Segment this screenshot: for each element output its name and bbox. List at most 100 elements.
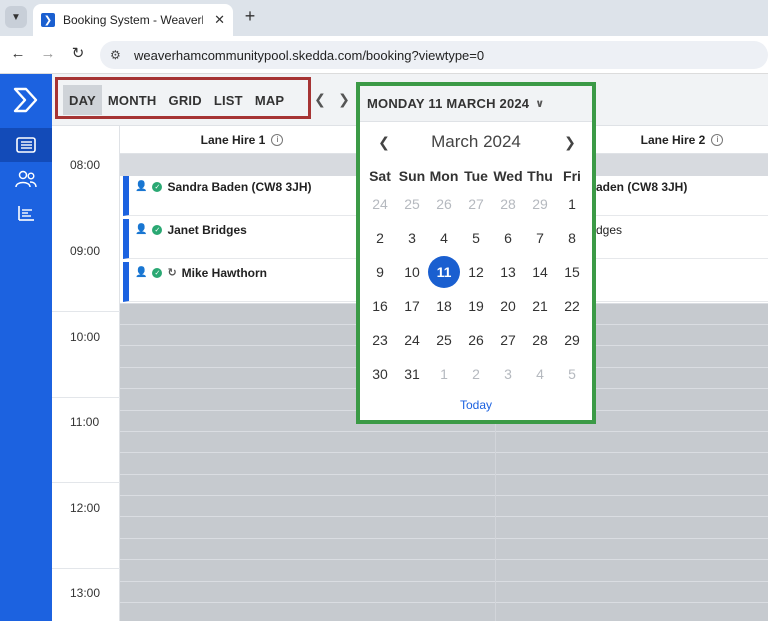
nav-bookings-list-icon[interactable]	[0, 128, 52, 162]
calendar-day-selected[interactable]: 11	[428, 256, 460, 288]
booking-item[interactable]: 👤 ✓ Sandra Baden (CW8 3JH)	[123, 176, 358, 216]
person-icon: 👤	[135, 267, 148, 278]
calendar-day[interactable]: 28	[492, 188, 524, 220]
calendar-day[interactable]: 17	[396, 290, 428, 322]
booking-item[interactable]: 👤 ✓ Janet Bridges	[123, 219, 358, 259]
calendar-day[interactable]: 4	[428, 222, 460, 254]
previous-day-chevron-icon[interactable]: ❮	[313, 91, 327, 108]
calendar-day[interactable]: 1	[428, 358, 460, 390]
column-title: Lane Hire 2	[640, 132, 706, 147]
calendar-next-month-icon[interactable]: ❯	[562, 134, 578, 151]
calendar-day[interactable]: 27	[460, 188, 492, 220]
booking-name: dges	[596, 223, 623, 237]
calendar-day[interactable]: 4	[524, 358, 556, 390]
calendar-weekday-label: Mon	[429, 168, 459, 184]
booking-item[interactable]: aden (CW8 3JH)	[596, 176, 768, 216]
view-day-button[interactable]: DAY	[63, 85, 102, 115]
skedda-favicon-icon: ❯	[41, 13, 55, 27]
calendar-day[interactable]: 6	[492, 222, 524, 254]
view-switcher: DAY MONTH GRID LIST MAP	[55, 77, 311, 119]
address-bar[interactable]: ⚙ weaverhamcommunitypool.skedda.com/book…	[100, 41, 768, 69]
calendar-month-label: March 2024	[431, 132, 521, 151]
grid-line	[120, 474, 768, 475]
calendar-day[interactable]: 19	[460, 290, 492, 322]
calendar-day[interactable]: 26	[460, 324, 492, 356]
browser-tab[interactable]: ❯ Booking System - Weaverham C ✕	[33, 4, 233, 36]
calendar-day[interactable]: 5	[460, 222, 492, 254]
calendar-day[interactable]: 18	[428, 290, 460, 322]
tab-title: Booking System - Weaverham C	[63, 13, 203, 27]
next-day-chevron-icon[interactable]: ❯	[337, 91, 351, 108]
calendar-day[interactable]: 16	[364, 290, 396, 322]
nav-users-icon[interactable]	[0, 162, 52, 196]
calendar-day[interactable]: 31	[396, 358, 428, 390]
view-month-button[interactable]: MONTH	[102, 85, 163, 115]
calendar-day[interactable]: 7	[524, 222, 556, 254]
booking-item[interactable]	[596, 262, 768, 302]
chevron-down-icon: ∨	[535, 98, 545, 110]
calendar-day[interactable]: 12	[460, 256, 492, 288]
calendar-day[interactable]: 13	[492, 256, 524, 288]
confirmed-check-icon: ✓	[152, 268, 163, 278]
calendar-day[interactable]: 23	[364, 324, 396, 356]
calendar-day[interactable]: 1	[556, 188, 588, 220]
calendar-day[interactable]: 15	[556, 256, 588, 288]
view-grid-button[interactable]: GRID	[163, 85, 208, 115]
calendar-day[interactable]: 21	[524, 290, 556, 322]
calendar-day[interactable]: 25	[428, 324, 460, 356]
calendar-day[interactable]: 5	[556, 358, 588, 390]
column-header-lane-hire-2: Lane Hire 2 i	[596, 126, 768, 154]
calendar-day[interactable]: 29	[556, 324, 588, 356]
grid-line	[120, 495, 768, 496]
view-list-button[interactable]: LIST	[208, 85, 249, 115]
calendar-day[interactable]: 27	[492, 324, 524, 356]
nav-reports-chart-icon[interactable]	[0, 196, 52, 230]
calendar-day[interactable]: 24	[396, 324, 428, 356]
recurring-icon: ↻	[167, 267, 177, 279]
calendar-day[interactable]: 26	[428, 188, 460, 220]
grid-line	[120, 452, 768, 453]
calendar-day[interactable]: 20	[492, 290, 524, 322]
close-tab-icon[interactable]: ✕	[214, 12, 225, 28]
info-icon[interactable]: i	[711, 133, 724, 146]
calendar-day[interactable]: 29	[524, 188, 556, 220]
grid-line	[120, 431, 768, 432]
calendar-day[interactable]: 28	[524, 324, 556, 356]
calendar-day[interactable]: 9	[364, 256, 396, 288]
grid-line	[120, 538, 768, 539]
booking-item[interactable]: dges	[596, 219, 768, 259]
calendar-day[interactable]: 2	[460, 358, 492, 390]
info-icon[interactable]: i	[271, 133, 284, 146]
calendar-day[interactable]: 14	[524, 256, 556, 288]
calendar-weekday-label: Sun	[398, 168, 426, 184]
calendar-day[interactable]: 8	[556, 222, 588, 254]
current-date-label: MONDAY 11 MARCH 2024	[367, 96, 530, 111]
view-map-button[interactable]: MAP	[249, 85, 291, 115]
hour-divider	[52, 311, 120, 312]
calendar-day[interactable]: 2	[364, 222, 396, 254]
forward-button[interactable]: →	[38, 44, 58, 64]
tab-search-menu-button[interactable]: ▼	[5, 6, 27, 28]
hour-divider	[52, 568, 120, 569]
calendar-day[interactable]: 3	[492, 358, 524, 390]
new-tab-button[interactable]: +	[240, 6, 260, 27]
calendar-day[interactable]: 30	[364, 358, 396, 390]
back-button[interactable]: ←	[8, 44, 28, 64]
calendar-weekday-label: Thu	[527, 168, 553, 184]
reload-button[interactable]: ↻	[68, 44, 88, 64]
site-settings-icon[interactable]: ⚙	[110, 48, 126, 62]
calendar-day[interactable]: 24	[364, 188, 396, 220]
grid-line	[120, 516, 768, 517]
calendar-today-link[interactable]: Today	[360, 398, 592, 412]
hour-divider	[52, 482, 120, 483]
calendar-day[interactable]: 3	[396, 222, 428, 254]
booking-name: Sandra Baden (CW8 3JH)	[167, 180, 312, 194]
browser-toolbar: ← → ↻ ⚙ weaverhamcommunitypool.skedda.co…	[0, 36, 768, 74]
grid-line	[120, 602, 768, 603]
booking-item[interactable]: 👤 ✓ ↻ Mike Hawthorn	[123, 262, 358, 302]
skedda-logo-icon[interactable]	[12, 86, 40, 114]
calendar-day[interactable]: 25	[396, 188, 428, 220]
calendar-day[interactable]: 22	[556, 290, 588, 322]
date-dropdown-button[interactable]: MONDAY 11 MARCH 2024 ∨	[360, 86, 592, 122]
calendar-day[interactable]: 10	[396, 256, 428, 288]
